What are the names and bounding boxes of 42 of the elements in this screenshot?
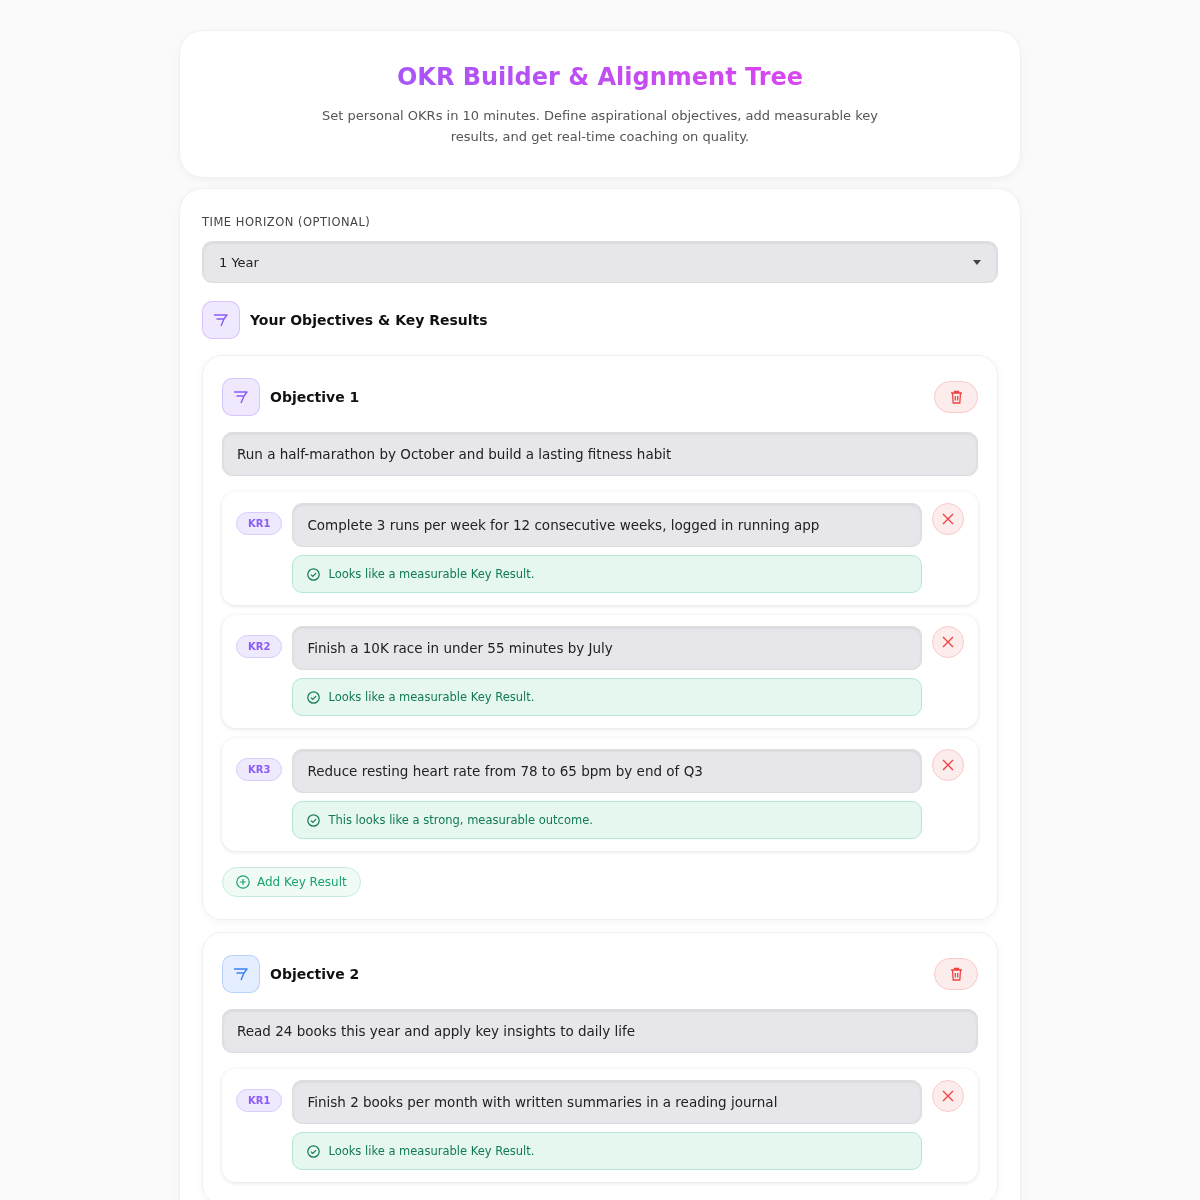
page-subtitle: Set personal OKRs in 10 minutes. Define aspirational objectives, add measurable key results, and get real-time coaching on quality. bbox=[321, 107, 879, 146]
delete-objective-button[interactable] bbox=[934, 381, 978, 413]
key-result-input[interactable]: Reduce resting heart rate from 78 to 65 bpm by end of Q3 bbox=[292, 749, 922, 793]
kr-badge: KR2 bbox=[236, 635, 283, 658]
trash-icon bbox=[949, 967, 963, 981]
feedback-text: This looks like a strong, measurable outcome. bbox=[328, 813, 593, 827]
close-icon bbox=[942, 636, 954, 648]
caret-icon bbox=[973, 259, 981, 265]
key-result-input[interactable]: Complete 3 runs per week for 12 consecutive weeks, logged in running app bbox=[292, 503, 922, 547]
feedback-text: Looks like a measurable Key Result. bbox=[328, 1144, 535, 1158]
remove-key-result-button[interactable] bbox=[932, 503, 964, 535]
remove-key-result-button[interactable] bbox=[932, 1080, 964, 1112]
objective-title: Objective 2 bbox=[270, 966, 360, 982]
page-title: OKR Builder & Alignment Tree bbox=[396, 63, 804, 91]
check-circle-icon bbox=[307, 567, 321, 581]
flag-icon bbox=[213, 313, 229, 327]
key-result-input[interactable]: Finish 2 books per month with written summaries in a reading journal bbox=[292, 1080, 922, 1124]
objective-title: Objective 1 bbox=[270, 389, 360, 405]
delete-objective-button[interactable] bbox=[934, 958, 978, 990]
trash-icon bbox=[949, 390, 963, 404]
close-icon bbox=[942, 513, 954, 525]
close-icon bbox=[942, 759, 954, 771]
flag-icon bbox=[233, 390, 249, 404]
remove-key-result-button[interactable] bbox=[932, 749, 964, 781]
feedback-text: Looks like a measurable Key Result. bbox=[328, 567, 535, 581]
kr-badge: KR3 bbox=[236, 758, 283, 781]
close-icon bbox=[942, 1090, 954, 1102]
objective-input[interactable]: Read 24 books this year and apply key insights to daily life bbox=[222, 1009, 978, 1053]
section-title: Your Objectives & Key Results bbox=[250, 312, 488, 328]
check-circle-icon bbox=[307, 1144, 321, 1158]
kr-badge: KR1 bbox=[236, 1089, 283, 1112]
flag-icon bbox=[233, 967, 249, 981]
key-result-input[interactable]: Finish a 10K race in under 55 minutes by July bbox=[292, 626, 922, 670]
time-horizon-select[interactable]: 1 Year bbox=[202, 241, 998, 283]
objective-input[interactable]: Run a half-marathon by October and build a lasting fitness habit bbox=[222, 432, 978, 476]
remove-key-result-button[interactable] bbox=[932, 626, 964, 658]
plus-circle-icon bbox=[236, 875, 250, 889]
feedback-text: Looks like a measurable Key Result. bbox=[328, 690, 535, 704]
field-label: TIME HORIZON (OPTIONAL) bbox=[202, 215, 372, 229]
check-circle-icon bbox=[307, 813, 321, 827]
kr-badge: KR1 bbox=[236, 512, 283, 535]
check-circle-icon bbox=[307, 690, 321, 704]
